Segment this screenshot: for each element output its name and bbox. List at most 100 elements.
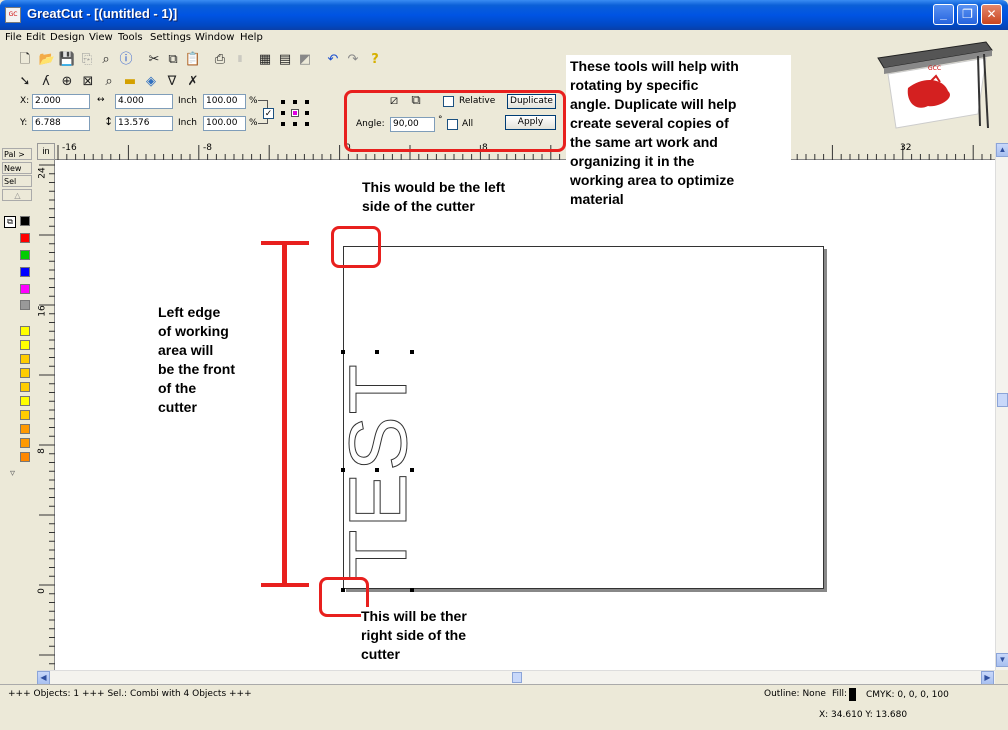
print-icon[interactable]: ⎙ [211,51,229,69]
menu-edit[interactable]: Edit [26,32,45,43]
v-tick-label: 0 [36,588,47,594]
h-tick-label: 32 [900,143,912,153]
color-swatch[interactable] [20,250,30,260]
width-input[interactable]: 4.000 [115,94,173,109]
scroll-down-icon[interactable]: ▼ [996,653,1008,667]
color-swatch[interactable] [20,368,30,378]
import-icon[interactable]: ▦ [256,51,274,69]
reference-point-grid[interactable] [277,100,327,130]
eyedropper-icon[interactable]: △ [2,189,32,201]
new-file-icon[interactable]: 🗋 [16,51,34,69]
right-side-note: This will be ther right side of the cutt… [361,607,515,670]
color-swatch[interactable] [20,216,30,226]
scale-y-input[interactable]: 100.00 [203,116,246,131]
export-icon[interactable]: ⎘ [78,51,96,69]
color-swatch[interactable] [20,340,30,350]
open-folder-icon[interactable]: 📂 [38,51,56,69]
color-swatch[interactable] [20,382,30,392]
vertical-scroll-thumb[interactable] [997,393,1008,407]
design-text-object[interactable]: TEST [333,351,425,591]
select-color-button[interactable]: Sel [2,175,32,187]
selection-status: +++ Objects: 1 +++ Sel.: Combi with 4 Ob… [8,689,252,699]
minimize-button[interactable]: _ [933,4,954,25]
greatcut-window: GC GreatCut - [(untitled - 1)] _ ❐ ✕ Fil… [0,0,1008,730]
window-title: GreatCut - [(untitled - 1)] [27,6,177,21]
copy-icon[interactable]: ⧉ [164,51,182,69]
close-button[interactable]: ✕ [981,4,1002,25]
undo-icon[interactable]: ↶ [324,51,342,69]
clipboard-icon[interactable]: ▤ [276,51,294,69]
scroll-up-icon[interactable]: ▲ [996,143,1008,157]
menu-window[interactable]: Window [195,32,234,43]
zoom-icon[interactable]: ⌕ [100,73,118,91]
barcode-icon[interactable]: ⦀ [231,51,249,69]
menu-file[interactable]: File [5,32,22,43]
h-tick-label: -8 [203,143,212,153]
bucket-icon[interactable]: ◈ [142,73,160,91]
cut-icon[interactable]: ✂ [145,51,163,69]
fill-bar-icon[interactable]: ▬ [121,73,139,91]
outline-status: Outline: None [764,689,826,699]
node-edit-icon[interactable]: ʎ [37,73,55,91]
cursor-coordinates: X: 34.610 Y: 13.680 [819,710,908,720]
annotation-span-bottom-cap [261,583,309,587]
new-color-button[interactable]: New [2,162,32,174]
preview-icon[interactable]: ⌕ [97,51,115,69]
scale-x-input[interactable]: 100.00 [203,94,246,109]
erase-icon[interactable]: ◩ [296,51,314,69]
palette-menu-button[interactable]: Pal > [2,148,32,160]
palette-scroll-icon[interactable]: ▿ [10,468,15,479]
color-swatch[interactable] [20,396,30,406]
color-swatch[interactable] [20,267,30,277]
color-swatch[interactable] [20,284,30,294]
color-swatch[interactable] [20,354,30,364]
horizontal-scrollbar[interactable]: ◀ ▶ [37,670,995,685]
color-swatch[interactable] [20,424,30,434]
vertical-scrollbar[interactable]: ▲ ▼ [995,143,1008,670]
v-tick-label: 24 [37,167,48,179]
h-tick-label: -16 [62,143,77,153]
color-swatch[interactable] [20,410,30,420]
width-unit-label: Inch [178,96,198,106]
ruler-unit-button[interactable]: in [37,143,55,160]
tools-note: These tools will help with rotating by s… [566,55,791,211]
v-tick-label: 16 [37,305,48,317]
color-palette: Pal > New Sel △ ⧉ ▿ [0,143,37,663]
pointer-icon[interactable]: ➘ [16,73,34,91]
color-swatch[interactable] [20,452,30,462]
redo-icon[interactable]: ↷ [344,51,362,69]
y-position-input[interactable]: 6.788 [32,116,90,131]
help-icon[interactable]: ? [366,51,384,69]
scroll-left-icon[interactable]: ◀ [37,671,50,685]
menu-help[interactable]: Help [240,32,263,43]
v-tick-label: 8 [36,448,47,454]
proportional-checkbox[interactable]: ✓ [263,108,274,119]
outline-fill-icon[interactable]: ⧉ [4,216,16,228]
fill-label: Fill: [832,689,848,699]
save-icon[interactable]: 💾 [58,51,76,69]
menu-view[interactable]: View [89,32,113,43]
x-position-input[interactable]: 2.000 [32,94,90,109]
y-label: Y: [20,118,28,128]
menu-design[interactable]: Design [50,32,85,43]
knife-icon[interactable]: ✗ [184,73,202,91]
title-bar[interactable]: GC GreatCut - [(untitled - 1)] _ ❐ ✕ [0,0,1008,30]
frame-icon[interactable]: ⊠ [79,73,97,91]
color-swatch[interactable] [20,300,30,310]
color-swatch[interactable] [20,438,30,448]
color-swatch[interactable] [20,326,30,336]
cutter-plotter-image: GCC [868,36,998,134]
height-input[interactable]: 13.576 [115,116,173,131]
fill-value: CMYK: 0, 0, 0, 100 [866,690,949,700]
color-swatch[interactable] [20,233,30,243]
scroll-right-icon[interactable]: ▶ [981,671,994,685]
crosshair-icon[interactable]: ⊕ [58,73,76,91]
horizontal-scroll-thumb[interactable] [512,672,522,683]
paste-icon[interactable]: 📋 [184,51,202,69]
weld-icon[interactable]: ∇ [163,73,181,91]
restore-button[interactable]: ❐ [957,4,978,25]
menu-tools[interactable]: Tools [118,32,143,43]
info-icon[interactable]: ⓘ [117,51,135,69]
annotation-span-line [282,241,287,587]
menu-settings[interactable]: Settings [150,32,191,43]
